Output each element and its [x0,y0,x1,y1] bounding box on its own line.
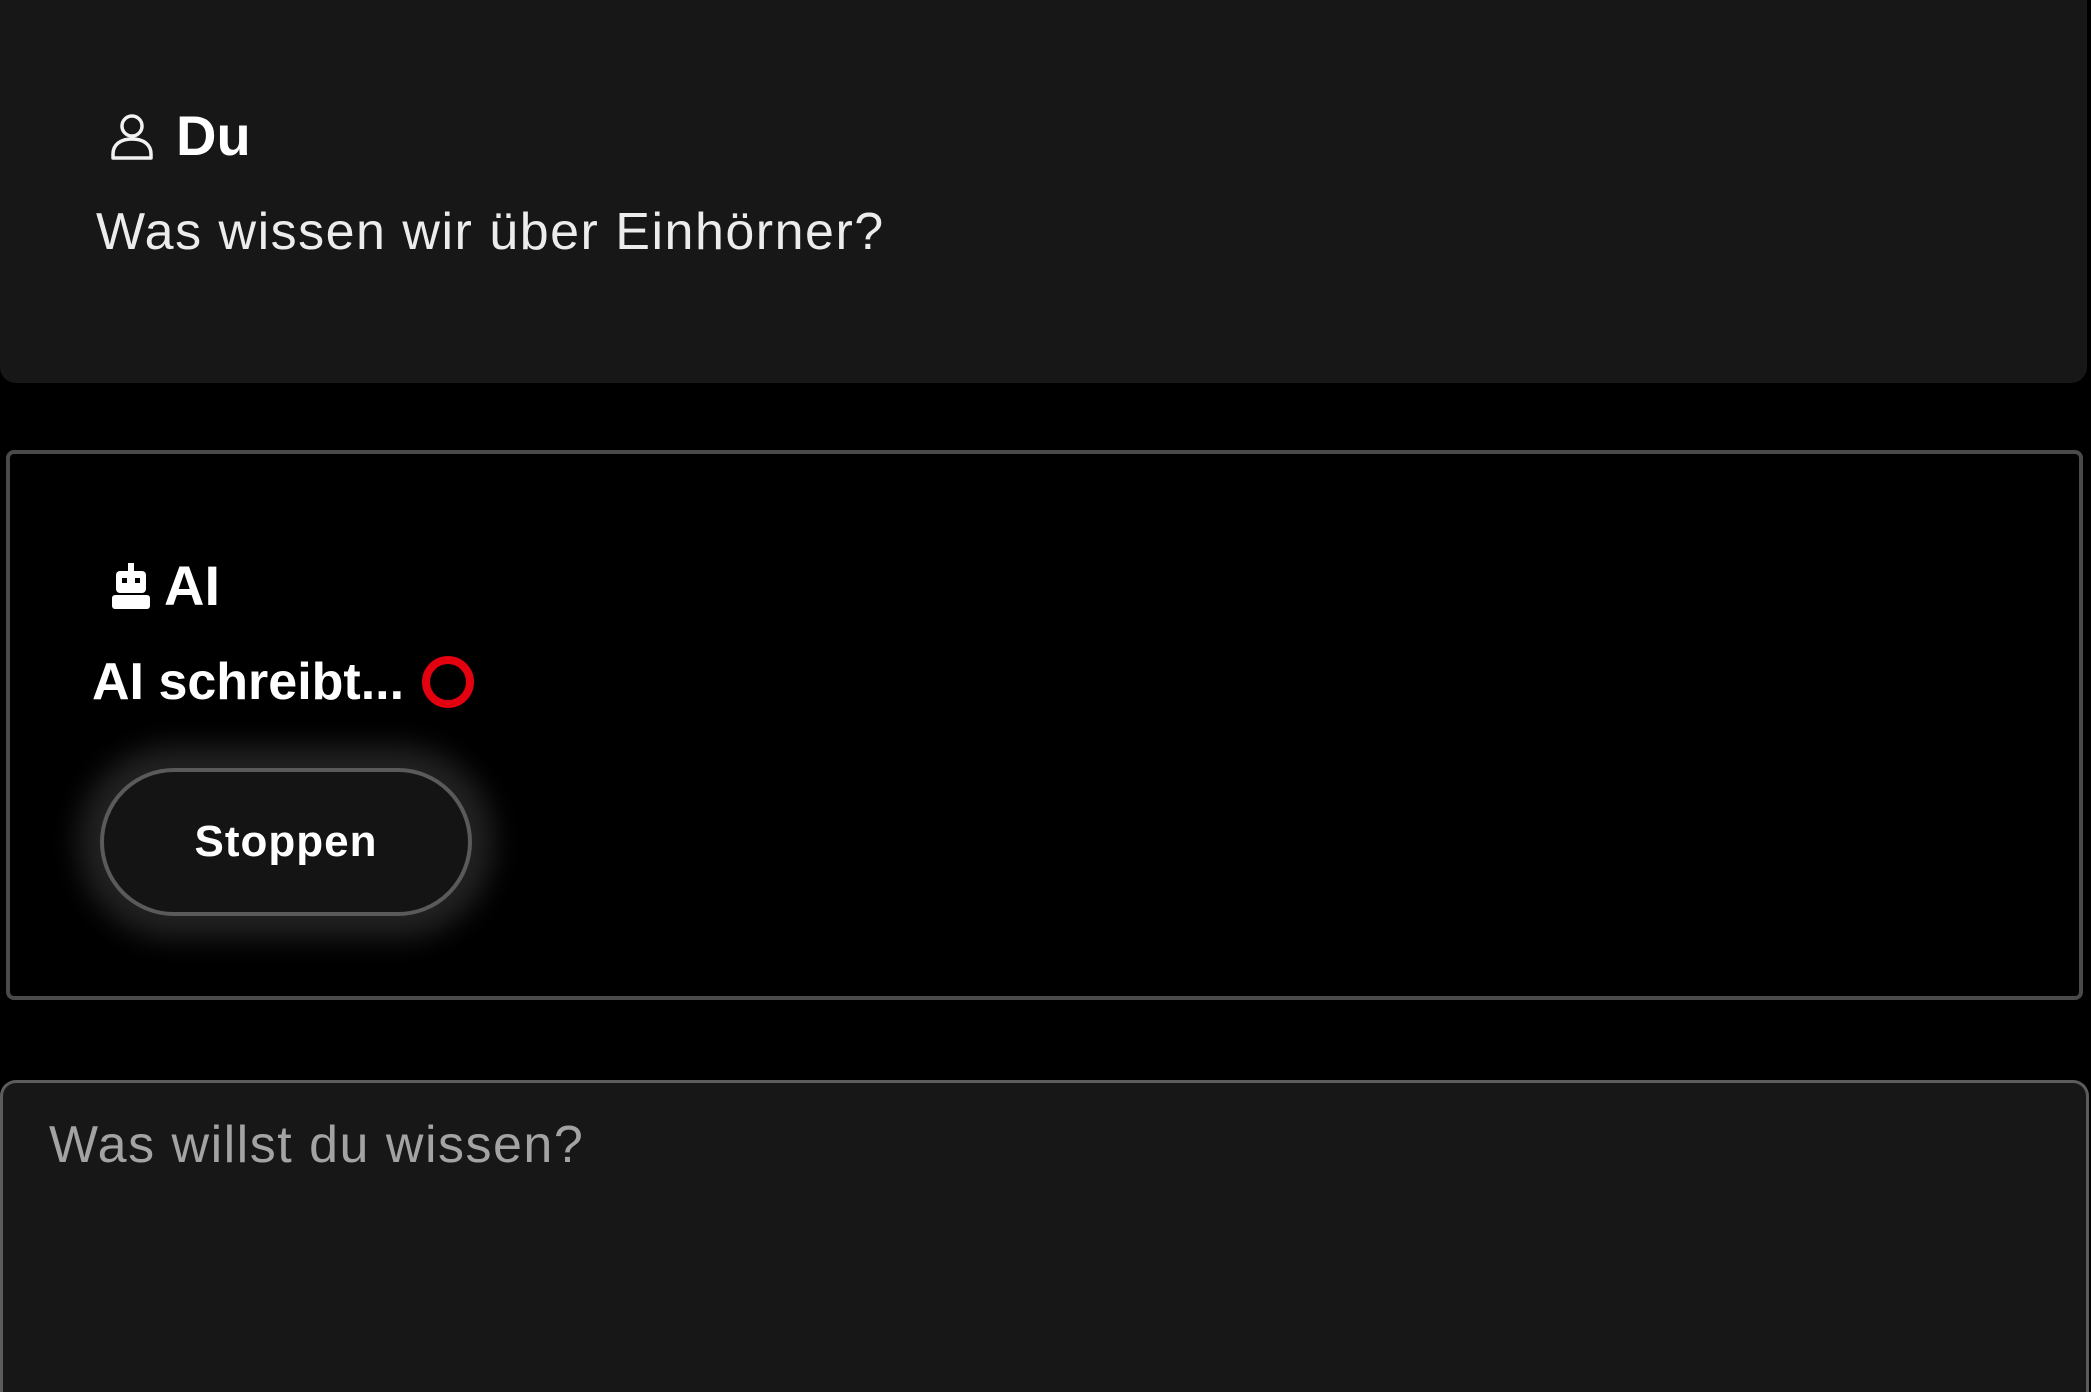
ai-status-text: AI schreibt... [92,653,405,711]
user-message-header: Du [108,104,251,168]
ai-message: AI AI schreibt... Stoppen [6,450,2083,1000]
message-composer [0,1080,2089,1392]
user-name: Du [176,104,251,167]
ai-typing-status: AI schreibt... [92,650,475,714]
ai-name: AI [164,554,220,617]
ai-message-header: AI [106,554,220,618]
user-message-text: Was wissen wir über Einhörner? [96,203,885,261]
loading-spinner-icon [422,656,475,708]
user-icon [108,108,156,164]
message-input[interactable] [3,1083,2086,1392]
stop-button[interactable]: Stoppen [100,768,472,916]
user-message: Du Was wissen wir über Einhörner? [0,0,2087,383]
robot-icon [106,558,156,614]
